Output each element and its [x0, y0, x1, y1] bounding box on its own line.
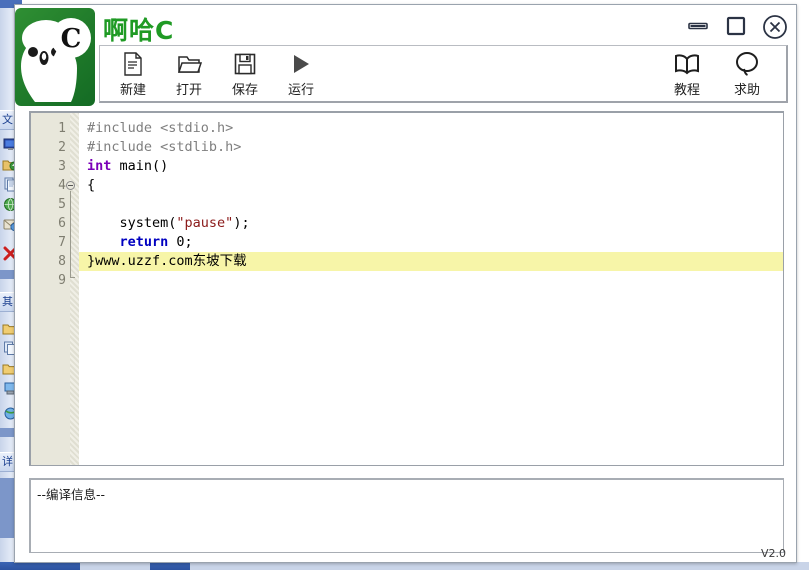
code-line-4: {	[87, 176, 783, 195]
code-fold-end-tick	[70, 277, 75, 278]
line-number: 1	[58, 121, 66, 136]
new-file-icon	[122, 50, 144, 78]
run-play-icon	[289, 50, 313, 78]
code-line-8: }www.uzzf.com东坡下载	[79, 252, 783, 271]
app-window: C 啊哈C 新建 打开 保存 运行 教程 求助 1 2 3 4 5 6 7 8 …	[14, 4, 797, 563]
new-file-button[interactable]: 新建	[112, 50, 154, 98]
window-header: C 啊哈C 新建 打开 保存 运行 教程 求助	[15, 5, 796, 110]
gutter-edge	[70, 113, 79, 465]
taskbar[interactable]	[0, 562, 809, 570]
close-button[interactable]	[762, 14, 787, 39]
question-bubble-icon	[734, 50, 760, 78]
code-token: return	[119, 234, 169, 250]
open-file-label: 打开	[175, 82, 202, 98]
code-token: #include <stdlib.h>	[87, 139, 242, 155]
code-line-3: int main()	[87, 157, 783, 176]
taskbar-segment-1	[80, 562, 150, 570]
code-token: int	[87, 158, 112, 174]
run-button[interactable]: 运行	[280, 50, 322, 98]
code-token: }	[87, 253, 96, 269]
taskbar-segment-2	[190, 562, 809, 570]
code-content[interactable]: #include <stdio.h> #include <stdlib.h> i…	[79, 113, 783, 465]
toolbar-secondary-actions: 教程 求助	[666, 50, 786, 98]
code-token: #include <stdio.h>	[87, 120, 234, 136]
save-file-button[interactable]: 保存	[224, 50, 266, 98]
code-token: {	[87, 177, 96, 193]
save-floppy-icon	[233, 50, 257, 78]
minimize-button[interactable]	[686, 14, 710, 38]
compile-output-panel[interactable]: --编译信息--	[29, 478, 784, 553]
run-label: 运行	[287, 82, 314, 98]
code-fold-line	[70, 191, 71, 277]
code-token: );	[233, 215, 250, 231]
svg-text:C: C	[61, 24, 82, 54]
code-line-6: system("pause");	[87, 214, 783, 233]
version-label: V2.0	[760, 547, 786, 560]
watermark-text: www.uzzf.com东坡下载	[95, 253, 247, 269]
new-file-label: 新建	[119, 82, 146, 98]
line-number: 4	[58, 178, 66, 193]
toolbar-primary-actions: 新建 打开 保存 运行	[100, 50, 322, 98]
code-token: 0;	[168, 234, 193, 250]
maximize-button[interactable]	[724, 14, 748, 38]
line-number: 2	[58, 140, 66, 155]
open-folder-icon	[176, 50, 202, 78]
tutorial-button[interactable]: 教程	[666, 50, 708, 98]
help-button[interactable]: 求助	[726, 50, 768, 98]
code-editor[interactable]: 1 2 3 4 5 6 7 8 9 #include <stdio.h> #in…	[29, 111, 784, 466]
help-label: 求助	[733, 82, 760, 98]
code-token: main()	[111, 158, 169, 174]
code-line-7: return 0;	[87, 233, 783, 252]
tutorial-label: 教程	[673, 82, 700, 98]
line-number: 3	[58, 159, 66, 174]
compile-output-text: --编译信息--	[37, 487, 106, 502]
toolbar: 新建 打开 保存 运行 教程 求助	[99, 45, 788, 103]
line-number: 9	[58, 273, 66, 288]
window-controls	[686, 14, 787, 39]
page-title: 啊哈C	[103, 16, 175, 45]
code-line-2: #include <stdlib.h>	[87, 138, 783, 157]
line-number: 5	[58, 197, 66, 212]
code-token: system(	[87, 215, 177, 231]
line-number: 8	[58, 254, 66, 269]
editor-gutter: 1 2 3 4 5 6 7 8 9	[31, 113, 79, 465]
code-token: "pause"	[176, 215, 234, 231]
code-line-1: #include <stdio.h>	[87, 119, 783, 138]
app-logo-icon: C	[15, 8, 95, 106]
line-number: 6	[58, 216, 66, 231]
open-file-button[interactable]: 打开	[168, 50, 210, 98]
book-icon	[673, 50, 701, 78]
save-file-label: 保存	[231, 82, 258, 98]
line-number: 7	[58, 235, 66, 250]
code-fold-toggle[interactable]	[66, 181, 75, 190]
screen: 文 其 详 C 啊哈C 新建 打开 保存 运行 教程 求助 1 2 3 4 5 …	[0, 0, 809, 570]
